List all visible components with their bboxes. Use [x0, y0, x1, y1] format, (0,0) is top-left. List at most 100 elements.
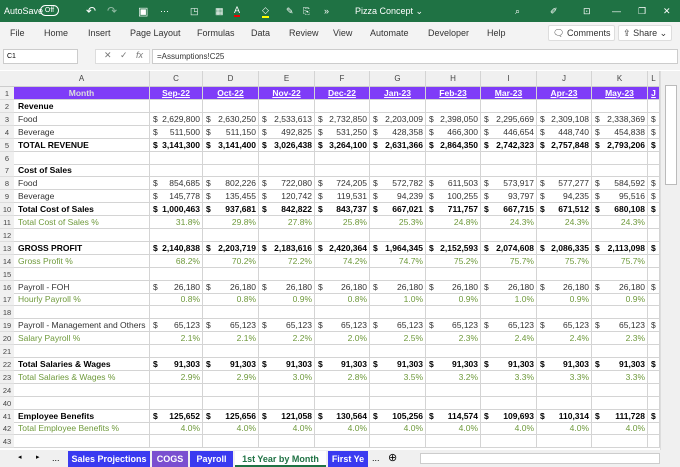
row-number[interactable]: 40	[0, 396, 14, 410]
cell[interactable]: $1,964,345	[370, 241, 426, 255]
cell-label[interactable]: Month	[14, 87, 150, 100]
row-number[interactable]: 1	[0, 87, 14, 100]
cell[interactable]: 3.2%	[426, 370, 481, 384]
cell[interactable]: Sep-22	[150, 87, 203, 100]
close-icon[interactable]: ✕	[663, 6, 671, 17]
format-icon[interactable]: ▦	[215, 6, 224, 17]
cell[interactable]	[537, 228, 592, 242]
next-sheet-button[interactable]: ▸	[36, 453, 40, 461]
cell[interactable]: 2.1%	[203, 332, 259, 346]
cell[interactable]	[370, 228, 426, 242]
cell[interactable]: $3,141,400	[203, 138, 259, 152]
document-title[interactable]: Pizza Concept ⌄	[355, 6, 423, 17]
cell[interactable]: 24.8%	[426, 216, 481, 229]
cell[interactable]: $	[648, 203, 660, 217]
name-box[interactable]: C1	[3, 49, 78, 64]
column-header-A[interactable]: A	[14, 71, 150, 87]
vertical-scrollbar[interactable]	[660, 71, 680, 450]
cell[interactable]	[259, 396, 315, 410]
menu-formulas[interactable]: Formulas	[197, 28, 235, 38]
cell[interactable]	[537, 99, 592, 113]
cell-label[interactable]: Total Salaries & Wages	[14, 357, 150, 371]
cell[interactable]: $3,141,300	[150, 138, 203, 152]
cell[interactable]: 2.8%	[315, 370, 370, 384]
cell[interactable]: $511,500	[150, 125, 203, 139]
cell-label[interactable]: Total Cost of Sales %	[14, 216, 150, 229]
borders-icon[interactable]: ⋯	[160, 6, 169, 17]
cell[interactable]: $26,180	[426, 280, 481, 294]
cell[interactable]	[648, 422, 660, 436]
cell[interactable]	[259, 99, 315, 113]
cell[interactable]: $	[648, 241, 660, 255]
cell[interactable]: 0.8%	[315, 293, 370, 307]
cell[interactable]	[537, 396, 592, 410]
row-number[interactable]: 20	[0, 332, 14, 346]
cell[interactable]	[203, 228, 259, 242]
redo-icon[interactable]: ↷	[107, 4, 117, 18]
cell[interactable]: May-23	[592, 87, 648, 100]
sheet-tab-cogs[interactable]: COGS	[152, 451, 188, 467]
cell[interactable]: 3.0%	[259, 370, 315, 384]
cell[interactable]: $843,737	[315, 203, 370, 217]
cell[interactable]: 4.0%	[370, 422, 426, 436]
cell[interactable]: $119,531	[315, 190, 370, 204]
cell[interactable]: 25.8%	[315, 216, 370, 229]
cell-label[interactable]: Beverage	[14, 125, 150, 139]
cell[interactable]: $2,338,369	[592, 112, 648, 126]
search-icon[interactable]: ⌕	[515, 6, 520, 17]
cell[interactable]: 4.0%	[150, 422, 203, 436]
cell[interactable]	[592, 396, 648, 410]
cell[interactable]: Dec-22	[315, 87, 370, 100]
cell[interactable]: $466,300	[426, 125, 481, 139]
cell-label[interactable]: Total Cost of Sales	[14, 203, 150, 217]
cell-label[interactable]	[14, 345, 150, 358]
cell[interactable]: $94,239	[370, 190, 426, 204]
cell[interactable]	[150, 383, 203, 397]
cell[interactable]: 0.9%	[259, 293, 315, 307]
cell[interactable]: $121,058	[259, 409, 315, 423]
cell[interactable]: $130,564	[315, 409, 370, 423]
cell[interactable]: $91,303	[150, 357, 203, 371]
cell[interactable]: $3,264,100	[315, 138, 370, 152]
restore-icon[interactable]: ❐	[638, 6, 646, 17]
row-number[interactable]: 8	[0, 177, 14, 191]
pen-icon[interactable]: ✐	[550, 6, 558, 17]
cell[interactable]	[648, 228, 660, 242]
autosave-toggle[interactable]: Off	[40, 5, 59, 16]
cell[interactable]	[648, 396, 660, 410]
cell[interactable]: 4.0%	[537, 422, 592, 436]
cell[interactable]	[150, 164, 203, 178]
row-number[interactable]: 14	[0, 254, 14, 268]
cell[interactable]	[150, 228, 203, 242]
cell[interactable]: $100,255	[426, 190, 481, 204]
cell[interactable]: $93,797	[481, 190, 537, 204]
row-number[interactable]: 7	[0, 164, 14, 178]
cell[interactable]: $854,685	[150, 177, 203, 191]
cell[interactable]: $671,512	[537, 203, 592, 217]
menu-review[interactable]: Review	[289, 28, 319, 38]
menu-home[interactable]: Home	[44, 28, 68, 38]
cell[interactable]: 31.8%	[150, 216, 203, 229]
cell[interactable]	[481, 267, 537, 281]
cell[interactable]: Jan-23	[370, 87, 426, 100]
cell[interactable]: $	[648, 409, 660, 423]
cell[interactable]: $95,516	[592, 190, 648, 204]
cell-label[interactable]: Gross Profit %	[14, 254, 150, 268]
cell[interactable]	[315, 396, 370, 410]
cell[interactable]	[203, 306, 259, 320]
cell[interactable]	[315, 306, 370, 320]
cell[interactable]	[259, 383, 315, 397]
cell[interactable]: 24.3%	[537, 216, 592, 229]
sheet-tab-1st-year-by-month[interactable]: 1st Year by Month	[235, 451, 326, 467]
cell[interactable]	[370, 396, 426, 410]
cell[interactable]: $109,693	[481, 409, 537, 423]
undo-icon[interactable]: ↶	[86, 4, 96, 18]
column-header-C[interactable]: C	[150, 71, 203, 87]
cell[interactable]	[537, 435, 592, 449]
cell[interactable]: $65,123	[203, 319, 259, 333]
cell-label[interactable]	[14, 396, 150, 410]
cell[interactable]	[259, 267, 315, 281]
cell[interactable]: 75.7%	[537, 254, 592, 268]
cell[interactable]	[426, 99, 481, 113]
cell[interactable]	[648, 216, 660, 229]
